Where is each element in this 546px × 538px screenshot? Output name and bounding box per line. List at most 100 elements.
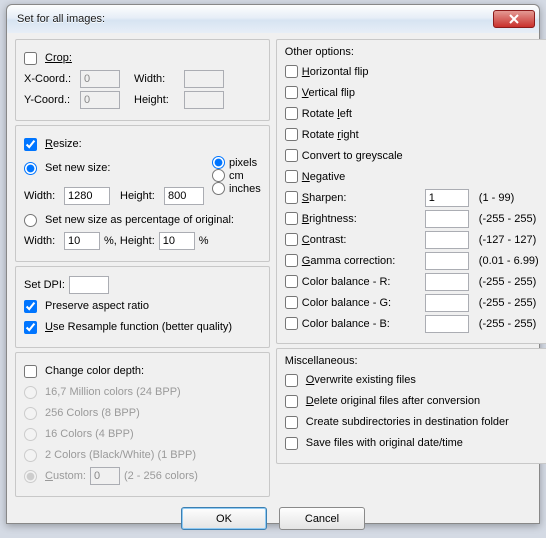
gamma-checkbox[interactable] bbox=[285, 254, 298, 267]
ok-button[interactable]: OK bbox=[181, 507, 267, 530]
dpi-label: Set DPI: bbox=[24, 279, 65, 291]
cd-custom-label: Custom:Custom: bbox=[45, 470, 86, 482]
gamma-label: Gamma correction:Gamma correction: bbox=[302, 255, 396, 267]
contrast-range: (-127 - 127) bbox=[473, 234, 539, 246]
cd-16-label: 16 Colors (4 BPP) bbox=[45, 428, 134, 440]
other-options-group: Other options: Horizontal flipHorizontal… bbox=[276, 39, 546, 344]
setnewsize-label: Set new size: bbox=[45, 162, 110, 174]
unit-pixels-radio[interactable] bbox=[212, 156, 225, 169]
cd-custom-range: (2 - 256 colors) bbox=[124, 470, 198, 482]
percent-radio[interactable] bbox=[24, 214, 37, 227]
cd-2-radio bbox=[24, 449, 37, 462]
colordepth-group: Change color depth: 16,7 Million colors … bbox=[15, 352, 270, 497]
brightness-input[interactable] bbox=[425, 210, 469, 228]
cd-256-label: 256 Colors (8 BPP) bbox=[45, 407, 140, 419]
unit-pixels-row[interactable]: pixels bbox=[212, 156, 261, 169]
cd-2-label: 2 Colors (Black/White) (1 BPP) bbox=[45, 449, 196, 461]
contrast-checkbox[interactable] bbox=[285, 233, 298, 246]
sharpen-checkbox[interactable] bbox=[285, 191, 298, 204]
dpi-input[interactable] bbox=[69, 276, 109, 294]
cancel-button[interactable]: Cancel bbox=[279, 507, 365, 530]
rotate-right-label: Rotate rightRotate right bbox=[302, 129, 359, 141]
negative-checkbox[interactable] bbox=[285, 170, 298, 183]
titlebar[interactable]: Set for all images: bbox=[7, 5, 539, 33]
colordepth-checkbox[interactable] bbox=[24, 365, 37, 378]
subdirs-label: Create subdirectories in destination fol… bbox=[306, 416, 509, 428]
right-column: Other options: Horizontal flipHorizontal… bbox=[276, 39, 546, 501]
xcoord-label: X-Coord.: bbox=[24, 73, 76, 85]
origdate-checkbox[interactable] bbox=[285, 437, 298, 450]
dpi-group: Set DPI: Preserve aspect ratio Use Resam… bbox=[15, 266, 270, 348]
pct-width-label: Width: bbox=[24, 235, 60, 247]
resize-height-label: Height: bbox=[120, 190, 160, 202]
cd-256-radio bbox=[24, 407, 37, 420]
crop-width-input[interactable] bbox=[184, 70, 224, 88]
misc-group: Miscellaneous: Overwrite existing filesO… bbox=[276, 348, 546, 464]
cbr-input[interactable] bbox=[425, 273, 469, 291]
rotate-left-label: Rotate leftRotate left bbox=[302, 108, 352, 120]
other-header: Other options: bbox=[285, 46, 539, 58]
preserve-aspect-label: Preserve aspect ratio bbox=[45, 300, 149, 312]
crop-label: Crop: bbox=[45, 52, 72, 64]
greyscale-label: Convert to greyscale bbox=[302, 150, 403, 162]
cbb-label: Color balance - B: bbox=[302, 318, 390, 330]
unit-inches-row[interactable]: inches bbox=[212, 182, 261, 195]
overwrite-checkbox[interactable] bbox=[285, 374, 298, 387]
unit-cm-row[interactable]: cm bbox=[212, 169, 261, 182]
pct-sym: % bbox=[199, 235, 209, 247]
rotate-left-checkbox[interactable] bbox=[285, 107, 298, 120]
pct-height-input[interactable] bbox=[159, 232, 195, 250]
greyscale-checkbox[interactable] bbox=[285, 149, 298, 162]
sharpen-label: Sharpen:Sharpen: bbox=[302, 192, 347, 204]
cbg-input[interactable] bbox=[425, 294, 469, 312]
cbb-checkbox[interactable] bbox=[285, 317, 298, 330]
cbb-input[interactable] bbox=[425, 315, 469, 333]
cbr-label: Color balance - R: bbox=[302, 276, 391, 288]
unit-inches-radio[interactable] bbox=[212, 182, 225, 195]
resize-width-label: Width: bbox=[24, 190, 60, 202]
sharpen-input[interactable] bbox=[425, 189, 469, 207]
cbg-checkbox[interactable] bbox=[285, 296, 298, 309]
setnewsize-radio[interactable] bbox=[24, 162, 37, 175]
cd-16m-radio bbox=[24, 386, 37, 399]
delete-orig-label: Delete original files after conversionDe… bbox=[306, 395, 480, 407]
resize-checkbox[interactable] bbox=[24, 138, 37, 151]
cbg-range: (-255 - 255) bbox=[473, 297, 539, 309]
contrast-input[interactable] bbox=[425, 231, 469, 249]
xcoord-input[interactable] bbox=[80, 70, 120, 88]
rotate-right-checkbox[interactable] bbox=[285, 128, 298, 141]
percent-label: Set new size as percentage of original: bbox=[45, 214, 234, 226]
resample-checkbox[interactable] bbox=[24, 321, 37, 334]
ycoord-input[interactable] bbox=[80, 91, 120, 109]
origdate-label: Save files with original date/time bbox=[306, 437, 463, 449]
cbg-label: Color balance - G: bbox=[302, 297, 391, 309]
cbr-checkbox[interactable] bbox=[285, 275, 298, 288]
preserve-aspect-checkbox[interactable] bbox=[24, 300, 37, 313]
gamma-range: (0.01 - 6.99) bbox=[473, 255, 539, 267]
resize-height-input[interactable] bbox=[164, 187, 204, 205]
negative-label: NegativeNegative bbox=[302, 171, 345, 183]
cbb-range: (-255 - 255) bbox=[473, 318, 539, 330]
gamma-input[interactable] bbox=[425, 252, 469, 270]
left-column: Crop: X-Coord.: Width: Y-Coord.: Height: bbox=[15, 39, 270, 501]
cd-custom-input bbox=[90, 467, 120, 485]
crop-group: Crop: X-Coord.: Width: Y-Coord.: Height: bbox=[15, 39, 270, 121]
resize-width-input[interactable] bbox=[64, 187, 110, 205]
sharpen-range: (1 - 99) bbox=[473, 192, 539, 204]
crop-checkbox[interactable] bbox=[24, 52, 37, 65]
vflip-checkbox[interactable] bbox=[285, 86, 298, 99]
subdirs-checkbox[interactable] bbox=[285, 416, 298, 429]
cd-custom-radio bbox=[24, 470, 37, 483]
cd-16m-label: 16,7 Million colors (24 BPP) bbox=[45, 386, 181, 398]
cbr-range: (-255 - 255) bbox=[473, 276, 539, 288]
brightness-checkbox[interactable] bbox=[285, 212, 298, 225]
hflip-checkbox[interactable] bbox=[285, 65, 298, 78]
delete-orig-checkbox[interactable] bbox=[285, 395, 298, 408]
close-button[interactable] bbox=[493, 10, 535, 28]
cd-16-radio bbox=[24, 428, 37, 441]
hflip-label: Horizontal flipHorizontal flip bbox=[302, 66, 369, 78]
crop-height-input[interactable] bbox=[184, 91, 224, 109]
unit-cm-radio[interactable] bbox=[212, 169, 225, 182]
pct-height-label: %, Height: bbox=[104, 235, 155, 247]
pct-width-input[interactable] bbox=[64, 232, 100, 250]
